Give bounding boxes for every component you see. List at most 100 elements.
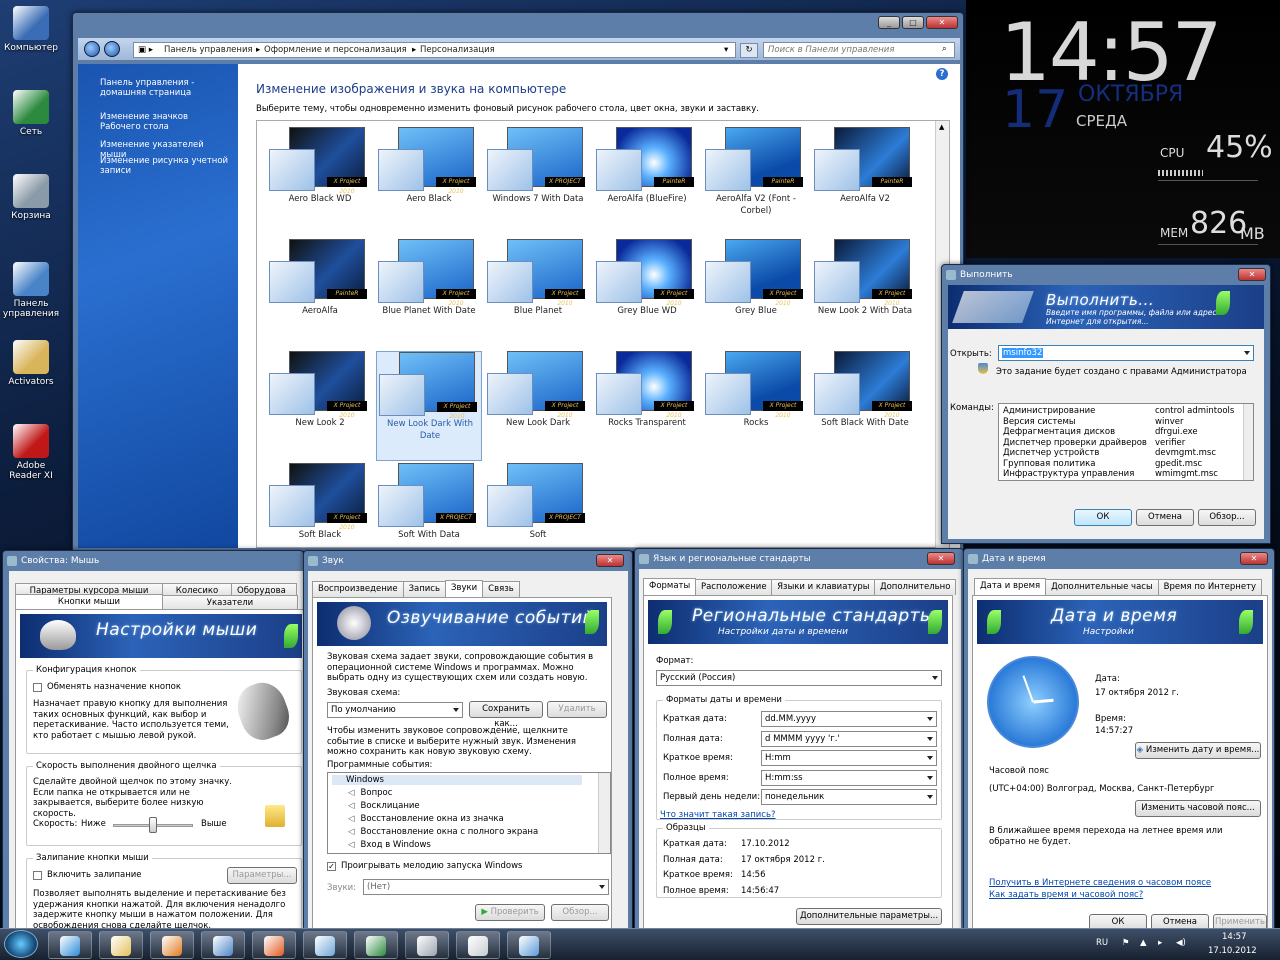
desktop-icon[interactable]: Корзина (2, 174, 60, 221)
browse-button[interactable]: Обзор... (551, 904, 609, 921)
tray-volume-icon[interactable]: ◀) (1176, 938, 1186, 948)
close-button[interactable]: ✕ (1240, 552, 1268, 565)
desktop-icon[interactable]: Adobe Reader XI (2, 424, 60, 481)
command-name[interactable]: Администрирование (1003, 406, 1095, 416)
taskbar-button[interactable] (507, 931, 551, 959)
breadcrumb-panel[interactable]: Панель управления (164, 45, 253, 55)
startup-sound-checkbox[interactable]: ✓ (327, 862, 336, 871)
sidebar-link-desktop-icons[interactable]: Изменение значков Рабочего стола (100, 112, 230, 132)
theme-item[interactable]: PainteR AeroAlfa V2 (812, 127, 918, 237)
close-button[interactable]: ✕ (596, 554, 624, 567)
command-value[interactable]: winver (1155, 417, 1183, 427)
format-row-select[interactable]: dd.MM.yyyy (761, 711, 937, 727)
format-row-select[interactable]: d MMMM yyyy 'г.' (761, 730, 937, 747)
tab-internet-time[interactable]: Время по Интернету (1157, 579, 1263, 595)
theme-item[interactable]: X Project 2010 New Look Dark With Date (376, 351, 482, 461)
command-name[interactable]: Диспетчер проверки драйверов (1003, 438, 1147, 448)
sound-event-item[interactable]: ◁ Восстановление окна из значка (348, 814, 504, 824)
format-row-select[interactable]: H:mm:ss (761, 769, 937, 786)
sidebar-link-home[interactable]: Панель управления - домашняя страница (100, 78, 230, 98)
format-help-link[interactable]: Что значит такая запись? (660, 810, 776, 820)
scrollbar[interactable] (598, 773, 610, 853)
taskbar-button[interactable] (150, 931, 194, 959)
tray-arrow-icon[interactable]: ▸ (1158, 938, 1162, 948)
format-select[interactable]: Русский (Россия) (656, 670, 942, 686)
chevron-down-icon[interactable]: ▾ (724, 45, 728, 55)
browse-button[interactable]: Обзор... (1198, 509, 1256, 526)
theme-item[interactable]: PainteR AeroAlfa V2 (Font - Corbel) (703, 127, 809, 237)
command-value[interactable]: control admintools (1155, 406, 1234, 416)
search-icon[interactable]: ⌕ (942, 44, 947, 54)
change-date-time-button[interactable]: ◈ Изменить дату и время... (1135, 742, 1261, 759)
change-timezone-button[interactable]: Изменить часовой пояс... (1135, 800, 1261, 817)
tab-recording[interactable]: Запись (402, 581, 446, 597)
address-bar[interactable]: ▣ ▸ Панель управления ▸ Оформление и пер… (133, 42, 736, 58)
commands-list[interactable]: Администрирование control admintools Верси… (998, 403, 1254, 481)
command-name[interactable]: Диспетчер устройств (1003, 448, 1099, 458)
command-value[interactable]: verifier (1155, 438, 1185, 448)
tab-formats[interactable]: Форматы (643, 578, 696, 595)
breadcrumb-personalization[interactable]: Персонализация (420, 45, 495, 55)
scroll-up-icon[interactable]: ▲ (939, 123, 944, 131)
format-row-select[interactable]: понедельник (761, 789, 937, 805)
theme-item[interactable]: X Project 2010 Soft Black With Date (812, 351, 918, 461)
taskbar-button[interactable] (456, 931, 500, 959)
command-value[interactable]: gpedit.msc (1155, 459, 1202, 469)
tab-date-time[interactable]: Дата и время (974, 578, 1047, 595)
search-input[interactable]: Поиск в Панели управления ⌕ (763, 42, 955, 58)
theme-item[interactable]: X Project 2010 Grey Blue (703, 239, 809, 349)
breadcrumb-appearance[interactable]: Оформление и персонализация (264, 45, 407, 55)
taskbar-button[interactable] (303, 931, 347, 959)
tab-administrative[interactable]: Дополнительно (873, 579, 956, 595)
clicklock-checkbox[interactable] (33, 871, 42, 880)
theme-item[interactable]: X Project 2010 Aero Black (376, 127, 482, 237)
taskbar-time[interactable]: 14:57 (1222, 932, 1247, 942)
speed-slider-thumb[interactable] (149, 817, 157, 833)
swap-buttons-checkbox[interactable] (33, 683, 42, 692)
advanced-settings-button[interactable]: Дополнительные параметры... (796, 908, 942, 925)
sound-event-item[interactable]: ◁ Восклицание (348, 801, 420, 811)
theme-item[interactable]: PainteR AeroAlfa (267, 239, 373, 349)
tab-wheel[interactable]: Колесико (162, 583, 232, 595)
tab-additional-clocks[interactable]: Дополнительные часы (1045, 579, 1159, 595)
sound-event-item[interactable]: ◁ Восстановление окна с полного экрана (348, 827, 538, 837)
close-button[interactable]: ✕ (1238, 268, 1266, 281)
tray-network-icon[interactable]: ▲ (1140, 938, 1147, 948)
command-name[interactable]: Групповая политика (1003, 459, 1096, 469)
sounds-select[interactable]: (Нет) (363, 879, 609, 895)
desktop-icon[interactable]: Панель управления (2, 262, 60, 319)
sidebar-link-account-picture[interactable]: Изменение рисунка учетной записи (100, 156, 230, 176)
start-button[interactable] (4, 930, 38, 958)
test-button[interactable]: ▶ Проверить (475, 904, 545, 921)
scrollbar[interactable] (1243, 404, 1253, 480)
theme-item[interactable]: PainteR AeroAlfa (BlueFire) (594, 127, 700, 237)
help-icon[interactable]: ? (936, 68, 948, 80)
taskbar-button[interactable] (405, 931, 449, 959)
tab-communications[interactable]: Связь (482, 581, 520, 597)
taskbar-button[interactable] (48, 931, 92, 959)
minimize-button[interactable]: _ (878, 16, 900, 29)
tab-pointers[interactable]: Указатели (162, 595, 298, 609)
close-button[interactable]: ✕ (927, 552, 955, 565)
cancel-button[interactable]: Отмена (1136, 509, 1194, 526)
theme-item[interactable]: X Project 2010 Aero Black WD (267, 127, 373, 237)
close-button[interactable]: ✕ (926, 16, 958, 29)
format-row-select[interactable]: H:mm (761, 750, 937, 766)
clicklock-settings-button[interactable]: Параметры... (227, 867, 297, 884)
theme-item[interactable]: X Project 2010 Blue Planet (485, 239, 591, 349)
scheme-select[interactable]: По умолчанию (327, 702, 463, 718)
tab-sounds[interactable]: Звуки (445, 580, 484, 597)
command-value[interactable]: dfrgui.exe (1155, 427, 1198, 437)
language-indicator[interactable]: RU (1096, 938, 1108, 948)
sound-event-item[interactable]: ◁ Вопрос (348, 788, 392, 798)
sound-event-item[interactable]: Windows (332, 775, 582, 785)
tab-hardware[interactable]: Оборудова (231, 583, 297, 595)
theme-item[interactable]: X Project 2010 Blue Planet With Date (376, 239, 482, 349)
tab-playback[interactable]: Воспроизведение (312, 581, 404, 597)
theme-item[interactable]: X Project 2010 Rocks Transparent (594, 351, 700, 461)
command-name[interactable]: Инфраструктура управления (1003, 469, 1134, 479)
ok-button[interactable]: ОК (1074, 509, 1132, 526)
refresh-icon[interactable]: ↻ (740, 43, 758, 58)
back-button[interactable] (84, 41, 100, 57)
theme-item[interactable]: X Project 2010 Rocks (703, 351, 809, 461)
